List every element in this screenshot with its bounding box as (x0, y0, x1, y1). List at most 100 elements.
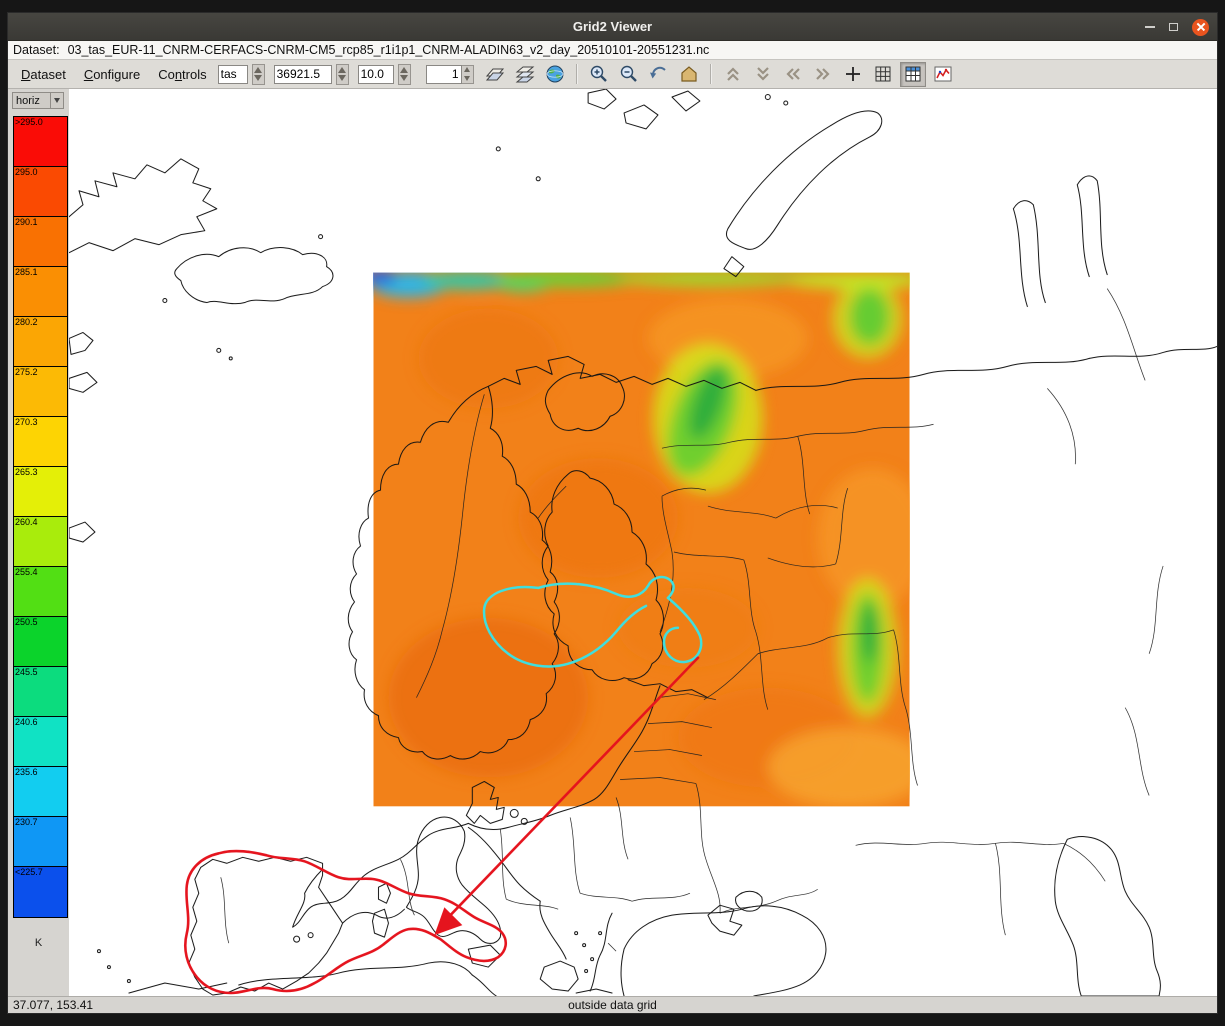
colorbar-unit: K (8, 937, 69, 949)
pan-down-button[interactable] (750, 62, 776, 87)
pan-up-button[interactable] (720, 62, 746, 87)
chevron-left-icon (783, 64, 803, 84)
status-bar: 37.077, 153.41 outside data grid (8, 996, 1217, 1013)
variable-input[interactable] (218, 65, 248, 84)
stack-view-button[interactable] (512, 62, 538, 87)
colorbar-band-label: 260.4 (15, 517, 38, 527)
colorbar-band: 285.1 (14, 267, 67, 317)
chevron-down-icon (753, 64, 773, 84)
dataset-bar: Dataset: 03_tas_EUR-11_CNRM-CERFACS-CNRM… (8, 41, 1217, 60)
view-mode-combo[interactable]: horiz (12, 92, 64, 109)
colorbar-band: 260.4 (14, 517, 67, 567)
colorbar-band-label: <225.7 (15, 867, 43, 877)
colorbar-band: 240.6 (14, 717, 67, 767)
close-icon[interactable] (1192, 19, 1209, 36)
plus-icon (843, 64, 863, 84)
home-extent-button[interactable] (676, 62, 702, 87)
table-icon (903, 64, 923, 84)
colorbar-band: 295.0 (14, 167, 67, 217)
desktop: Grid2 Viewer Dataset: 03_tas_EUR-11_CNRM… (0, 0, 1225, 1026)
colorbar-band-label: 255.4 (15, 567, 38, 577)
step-spinbox[interactable] (426, 65, 474, 84)
step-up-icon[interactable] (462, 66, 473, 75)
profile-plot-icon (933, 64, 953, 84)
colorbar-band-label: 280.2 (15, 317, 38, 327)
level-spinner[interactable] (398, 64, 411, 85)
grid2-viewer-window: Grid2 Viewer Dataset: 03_tas_EUR-11_CNRM… (7, 12, 1218, 1014)
time-spinner[interactable] (336, 64, 349, 85)
view-mode-value: horiz (13, 95, 50, 107)
chevron-up-icon (723, 64, 743, 84)
colorbar-band: >295.0 (14, 117, 67, 167)
variable-spinner[interactable] (252, 64, 265, 85)
colorbar-band-label: >295.0 (15, 117, 43, 127)
colorbar-band-label: 250.5 (15, 617, 38, 627)
data-table-button[interactable] (900, 62, 926, 87)
colorbar-band-label: 240.6 (15, 717, 38, 727)
dataset-label: Dataset: (13, 43, 60, 57)
data-grid-overlay (360, 269, 927, 808)
colorbar-band: 265.3 (14, 467, 67, 517)
plane-view-icon (485, 64, 505, 84)
colorbar-band-label: 285.1 (15, 267, 38, 277)
plane-view-button[interactable] (482, 62, 508, 87)
chevron-right-icon (813, 64, 833, 84)
stack-view-icon (515, 64, 535, 84)
colorbar-band-label: 275.2 (15, 367, 38, 377)
undo-arrow-icon (649, 64, 669, 84)
globe-button[interactable] (542, 62, 568, 87)
legend-panel: horiz >295.0 295.0 290.1 285.1 280.2 275… (8, 89, 69, 996)
colorbar-band: 230.7 (14, 817, 67, 867)
profile-plot-button[interactable] (930, 62, 956, 87)
colorbar-band: 245.5 (14, 667, 67, 717)
menu-dataset[interactable]: Dataset (14, 65, 73, 84)
zoom-in-button[interactable] (586, 62, 612, 87)
main-area: horiz >295.0 295.0 290.1 285.1 280.2 275… (8, 89, 1217, 996)
colorbar-band: <225.7 (14, 867, 67, 917)
colorbar-band-label: 235.6 (15, 767, 38, 777)
colorbar-band-label: 230.7 (15, 817, 38, 827)
colorbar-band: 255.4 (14, 567, 67, 617)
zoom-out-button[interactable] (616, 62, 642, 87)
menu-configure[interactable]: Configure (77, 65, 147, 84)
level-input[interactable] (358, 65, 394, 84)
colorbar-band-label: 270.3 (15, 417, 38, 427)
grid-lines-button[interactable] (870, 62, 896, 87)
menu-controls[interactable]: Controls (151, 65, 213, 84)
window-title: Grid2 Viewer (8, 19, 1217, 34)
reset-zoom-button[interactable] (646, 62, 672, 87)
colorbar-band: 270.3 (14, 417, 67, 467)
colorbar-band-label: 290.1 (15, 217, 38, 227)
colorbar-band-label: 265.3 (15, 467, 38, 477)
colorbar-band: 290.1 (14, 217, 67, 267)
time-input[interactable] (274, 65, 332, 84)
toolbar-separator (710, 64, 712, 84)
minimize-icon[interactable] (1145, 26, 1155, 28)
toolbar-separator (576, 64, 578, 84)
pan-left-button[interactable] (780, 62, 806, 87)
colorbar-band: 280.2 (14, 317, 67, 367)
colorbar-band: 275.2 (14, 367, 67, 417)
colorbar-band-label: 295.0 (15, 167, 38, 177)
status-message: outside data grid (8, 998, 1217, 1012)
globe-icon (545, 64, 565, 84)
toolbar: Dataset Configure Controls (8, 60, 1217, 89)
chevron-down-icon[interactable] (50, 93, 63, 108)
colorbar-band: 235.6 (14, 767, 67, 817)
step-down-icon[interactable] (462, 74, 473, 83)
dataset-filename: 03_tas_EUR-11_CNRM-CERFACS-CNRM-CM5_rcp8… (68, 43, 710, 57)
step-input[interactable] (426, 65, 462, 84)
add-button[interactable] (840, 62, 866, 87)
colorbar-band: 250.5 (14, 617, 67, 667)
titlebar[interactable]: Grid2 Viewer (8, 13, 1217, 41)
europe-map[interactable] (69, 89, 1217, 996)
maximize-icon[interactable] (1169, 23, 1178, 31)
zoom-out-icon (619, 64, 639, 84)
colorbar-band-label: 245.5 (15, 667, 38, 677)
colorbar: >295.0 295.0 290.1 285.1 280.2 275.2 270… (13, 116, 68, 918)
map-canvas[interactable] (69, 89, 1217, 996)
pan-right-button[interactable] (810, 62, 836, 87)
home-icon (679, 64, 699, 84)
grid-icon (873, 64, 893, 84)
zoom-in-icon (589, 64, 609, 84)
